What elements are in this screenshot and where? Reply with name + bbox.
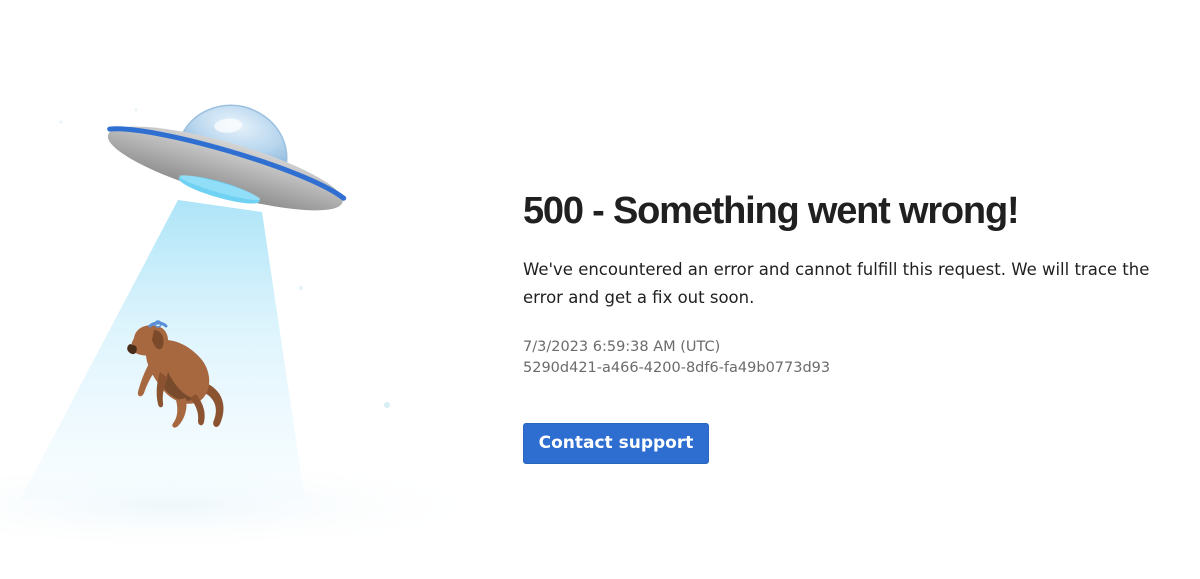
sparkle xyxy=(59,120,63,124)
ufo xyxy=(107,104,347,211)
ufo-illustration xyxy=(0,104,470,545)
error-request-id: 5290d421-a466-4200-8df6-fa49b0773d93 xyxy=(523,360,831,376)
error-timestamp: 7/3/2023 6:59:38 AM (UTC) xyxy=(523,339,721,355)
error-content: 500 - Something went wrong! We've encoun… xyxy=(523,186,1193,379)
sparkle xyxy=(299,286,303,290)
sparkle xyxy=(134,108,138,112)
contact-support-button[interactable]: Contact support xyxy=(523,423,709,464)
error-title: 500 - Something went wrong! xyxy=(523,190,1020,232)
error-details: 7/3/2023 6:59:38 AM (UTC) 5290d421-a466-… xyxy=(523,337,1193,379)
sparkle xyxy=(384,402,390,408)
error-message: We've encountered an error and cannot fu… xyxy=(523,260,1150,307)
